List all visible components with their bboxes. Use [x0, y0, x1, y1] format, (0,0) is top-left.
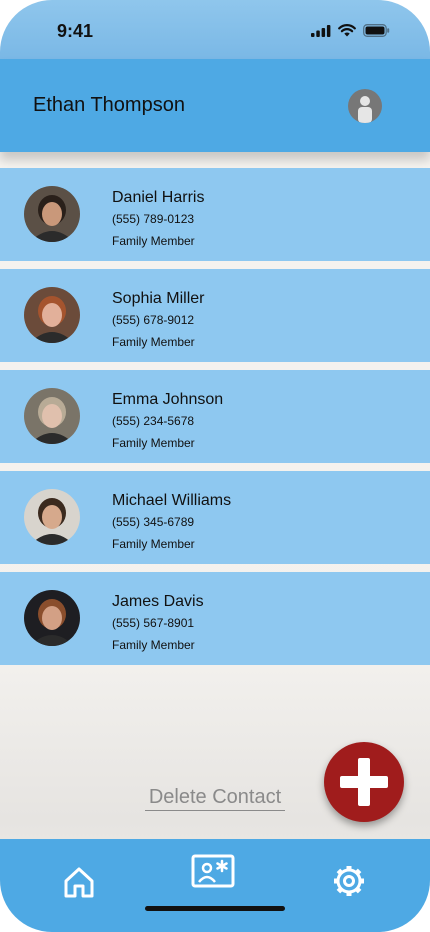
- person-icon[interactable]: [348, 89, 382, 123]
- contact-phone: (555) 345-6789: [112, 515, 195, 529]
- contact-avatar: [24, 186, 80, 242]
- contact-row[interactable]: Michael Williams (555) 345-6789 Family Mem…: [0, 471, 430, 564]
- contact-name: Sophia Miller: [112, 290, 205, 307]
- delete-contact-link[interactable]: Delete Contact: [145, 786, 285, 811]
- status-bar: 9:41: [0, 0, 430, 59]
- status-time: 9:41: [57, 21, 94, 41]
- contact-row[interactable]: Daniel Harris (555) 789-0123 Family Member: [0, 168, 430, 261]
- contact-name: James Davis: [112, 593, 204, 610]
- user-name: Ethan Thompson: [33, 94, 185, 116]
- nav-settings[interactable]: [331, 863, 367, 904]
- status-icons: [311, 24, 390, 37]
- contact-card-icon: [191, 854, 235, 888]
- plus-icon: [340, 758, 388, 806]
- nav-home[interactable]: [62, 865, 96, 904]
- contact-phone: (555) 789-0123: [112, 212, 195, 226]
- contact-row[interactable]: Emma Johnson (555) 234-5678 Family Member: [0, 370, 430, 463]
- contact-relation: Family Member: [112, 335, 195, 349]
- contact-row[interactable]: Sophia Miller (555) 678-9012 Family Member: [0, 269, 430, 362]
- contact-list: Daniel Harris (555) 789-0123 Family Member…: [0, 168, 430, 673]
- contact-name: Daniel Harris: [112, 189, 205, 206]
- cellular-signal-icon: [311, 24, 331, 37]
- wifi-icon: [338, 24, 356, 37]
- contact-phone: (555) 234-5678: [112, 414, 195, 428]
- contact-name: Emma Johnson: [112, 391, 224, 408]
- contact-avatar: [24, 388, 80, 444]
- contact-row[interactable]: James Davis (555) 567-8901 Family Member: [0, 572, 430, 665]
- app-header: Ethan Thompson: [0, 59, 430, 152]
- nav-contacts[interactable]: [191, 854, 235, 893]
- battery-icon: [363, 24, 390, 37]
- contact-avatar: [24, 287, 80, 343]
- gear-icon: [334, 866, 364, 896]
- contact-relation: Family Member: [112, 638, 195, 652]
- phone-screen: 9:41 Ethan Thompson Daniel Harris (555) …: [0, 0, 430, 932]
- contact-relation: Family Member: [112, 436, 195, 450]
- bottom-nav: [0, 839, 430, 932]
- contact-avatar: [24, 489, 80, 545]
- contact-relation: Family Member: [112, 537, 195, 551]
- home-icon: [64, 867, 94, 898]
- home-indicator: [145, 906, 285, 911]
- contact-avatar: [24, 590, 80, 646]
- contact-relation: Family Member: [112, 234, 195, 248]
- contact-phone: (555) 678-9012: [112, 313, 195, 327]
- contact-phone: (555) 567-8901: [112, 616, 195, 630]
- contact-name: Michael Williams: [112, 492, 232, 509]
- add-contact-button[interactable]: [324, 742, 404, 822]
